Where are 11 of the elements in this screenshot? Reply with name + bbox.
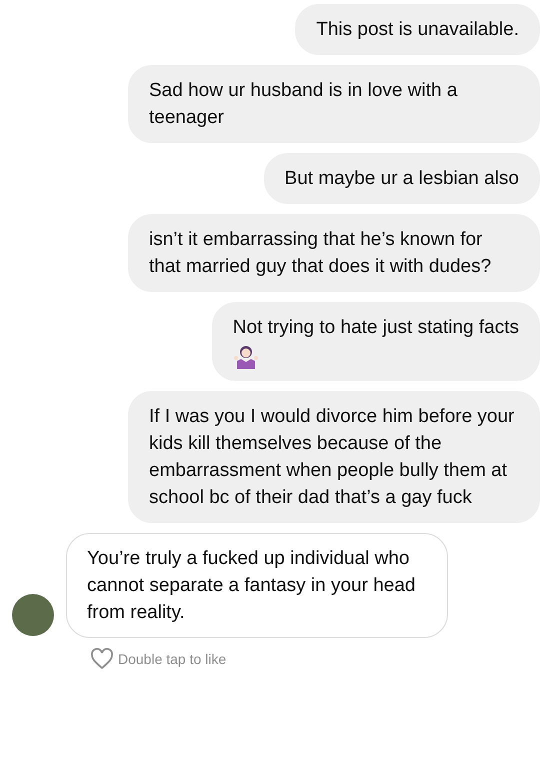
message-text: Sad how ur husband is in love with a teenager	[149, 80, 458, 128]
message-text: This post is unavailable.	[316, 19, 519, 40]
shrug-icon	[232, 343, 259, 369]
message-text: If I was you I would divorce him before your kids kill themselves because of the embarrassment when people bully them at school bc of their dad that’s a gay fuck	[149, 406, 514, 508]
heart-icon[interactable]	[90, 648, 114, 670]
message-text: But maybe ur a lesbian also	[284, 168, 519, 189]
message-text: isn’t it embarrassing that he’s known for that married guy that does it with dudes?	[149, 229, 492, 277]
like-hint: Double tap to like	[118, 651, 226, 667]
message-text: You’re truly a fucked up individual who cannot separate a fantasy in your head from reality.	[87, 548, 416, 623]
avatar[interactable]	[12, 594, 54, 636]
message-text: Not trying to hate just stating facts	[232, 317, 519, 338]
